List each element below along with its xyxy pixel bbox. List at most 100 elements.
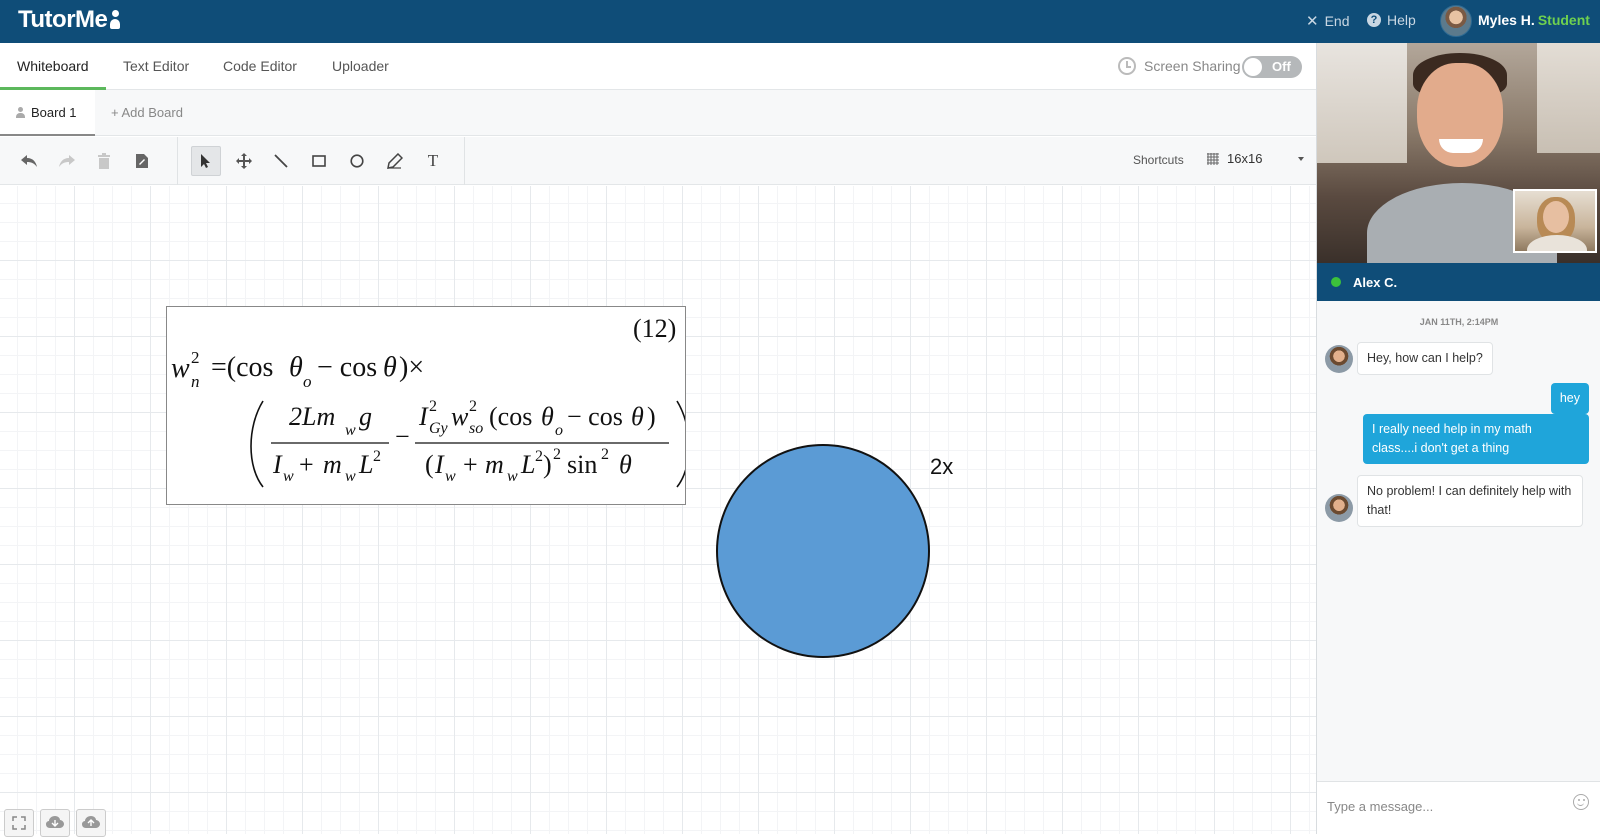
svg-text:(: ( <box>425 450 434 479</box>
board-tab-label: Board 1 <box>31 104 77 120</box>
grid-icon <box>1207 152 1219 165</box>
svg-text:g: g <box>359 402 372 431</box>
chat-date: JAN 11TH, 2:14PM <box>1419 317 1499 327</box>
svg-text:w: w <box>171 353 190 384</box>
video-background <box>1537 43 1600 153</box>
svg-text:o: o <box>303 372 312 391</box>
export-icon[interactable] <box>127 146 157 176</box>
chat-input-area <box>1317 781 1600 834</box>
end-session-button[interactable]: ✕ End <box>1306 12 1350 30</box>
svg-text:2: 2 <box>191 348 200 367</box>
video-background <box>1317 43 1407 163</box>
svg-text:): ) <box>543 450 552 479</box>
svg-text:w: w <box>345 422 356 439</box>
grid-size-select[interactable]: 16x16 <box>1207 151 1305 166</box>
svg-text:2Lm: 2Lm <box>289 402 335 431</box>
cloud-download-button[interactable] <box>40 809 70 837</box>
logo-text: TutorMe <box>18 6 108 33</box>
emoji-icon[interactable] <box>1573 794 1589 810</box>
end-label: End <box>1324 13 1350 29</box>
svg-text:2: 2 <box>469 398 477 415</box>
undo-icon[interactable] <box>14 146 44 176</box>
svg-text:2: 2 <box>553 446 561 463</box>
svg-text:θ: θ <box>383 352 397 383</box>
svg-text:w: w <box>451 402 469 431</box>
cloud-download-icon <box>46 816 64 828</box>
board-bar: Board 1 + Add Board <box>0 90 1316 136</box>
move-icon[interactable] <box>229 146 259 176</box>
tutor-name-bar: Alex C. <box>1317 263 1600 301</box>
svg-text:−: − <box>395 422 410 451</box>
text-icon[interactable]: T <box>418 146 448 176</box>
svg-text:2: 2 <box>535 448 543 465</box>
help-label: Help <box>1387 12 1416 28</box>
tutorme-logo[interactable]: TutorMe <box>18 6 121 34</box>
line-icon[interactable] <box>266 146 296 176</box>
user-role: Student <box>1537 12 1590 28</box>
svg-text:w: w <box>345 468 356 485</box>
svg-text:=(cos: =(cos <box>211 352 273 383</box>
svg-text:Gy: Gy <box>429 420 449 437</box>
self-video-preview[interactable] <box>1513 189 1597 253</box>
pencil-icon[interactable] <box>380 146 410 176</box>
add-board-button[interactable]: + Add Board <box>111 105 183 120</box>
redo-icon[interactable] <box>52 146 82 176</box>
svg-text:L: L <box>358 450 373 479</box>
toggle-state-label: Off <box>1272 59 1291 74</box>
svg-text:n: n <box>191 372 200 391</box>
tab-code-editor[interactable]: Code Editor <box>206 43 314 90</box>
help-icon: ? <box>1367 13 1381 27</box>
screen-sharing-toggle[interactable]: Off <box>1242 56 1302 78</box>
help-button[interactable]: ? Help <box>1367 12 1416 28</box>
user-menu[interactable]: Myles H. Student <box>1478 12 1590 28</box>
chevron-down-icon <box>1298 156 1305 161</box>
svg-text:θ: θ <box>541 402 554 431</box>
svg-text:I: I <box>418 402 429 431</box>
online-status-icon <box>1331 277 1341 287</box>
user-avatar[interactable] <box>1440 5 1472 37</box>
svg-text:− cos: − cos <box>567 402 623 431</box>
svg-text:θ: θ <box>631 402 644 431</box>
circle-shape[interactable] <box>716 444 930 658</box>
svg-text:I: I <box>434 450 445 479</box>
equation-number: (12) <box>633 314 676 343</box>
tutor-avatar <box>1325 494 1353 522</box>
svg-text:w: w <box>507 468 518 485</box>
user-icon <box>16 106 25 118</box>
svg-text:I: I <box>272 450 283 479</box>
logo-person-icon <box>109 10 121 30</box>
rectangle-icon[interactable] <box>304 146 334 176</box>
trash-icon[interactable] <box>89 146 119 176</box>
select-icon[interactable] <box>191 146 221 176</box>
cloud-upload-icon <box>82 816 100 828</box>
screen-sharing-label: Screen Sharing <box>1144 58 1241 74</box>
board-tab-1[interactable]: Board 1 <box>0 90 95 136</box>
tab-text-editor[interactable]: Text Editor <box>106 43 206 90</box>
tab-uploader[interactable]: Uploader <box>315 43 406 90</box>
svg-text:sin: sin <box>567 450 597 479</box>
fullscreen-button[interactable] <box>4 809 34 837</box>
svg-text:(cos: (cos <box>489 402 532 431</box>
whiteboard-toolbar: T Shortcuts 16x16 <box>0 137 1316 185</box>
ellipse-icon[interactable] <box>342 146 372 176</box>
svg-text:2: 2 <box>601 446 609 463</box>
cloud-upload-button[interactable] <box>76 809 106 837</box>
shortcuts-button[interactable]: Shortcuts <box>1133 153 1184 167</box>
toolbar-divider <box>464 137 465 185</box>
chat-message-input[interactable] <box>1327 794 1557 818</box>
equation-image[interactable]: (12) w 2 n =(cos θ o − cos θ )× 2Lm w g … <box>166 306 686 505</box>
toolbar-divider <box>177 137 178 185</box>
svg-text:w: w <box>283 468 294 485</box>
toggle-knob <box>1244 58 1262 76</box>
svg-text:m: m <box>485 450 504 479</box>
tab-bar: Whiteboard Text Editor Code Editor Uploa… <box>0 43 1316 90</box>
tab-whiteboard[interactable]: Whiteboard <box>0 43 106 90</box>
svg-text:2: 2 <box>373 448 381 465</box>
svg-text:m: m <box>323 450 342 479</box>
svg-text:θ: θ <box>289 352 303 383</box>
svg-text:+: + <box>299 450 314 479</box>
canvas-text-label[interactable]: 2x <box>930 454 953 480</box>
whiteboard-canvas[interactable]: (12) w 2 n =(cos θ o − cos θ )× 2Lm w g … <box>0 186 1316 837</box>
svg-text:+: + <box>463 450 478 479</box>
tutor-video[interactable] <box>1317 43 1600 263</box>
